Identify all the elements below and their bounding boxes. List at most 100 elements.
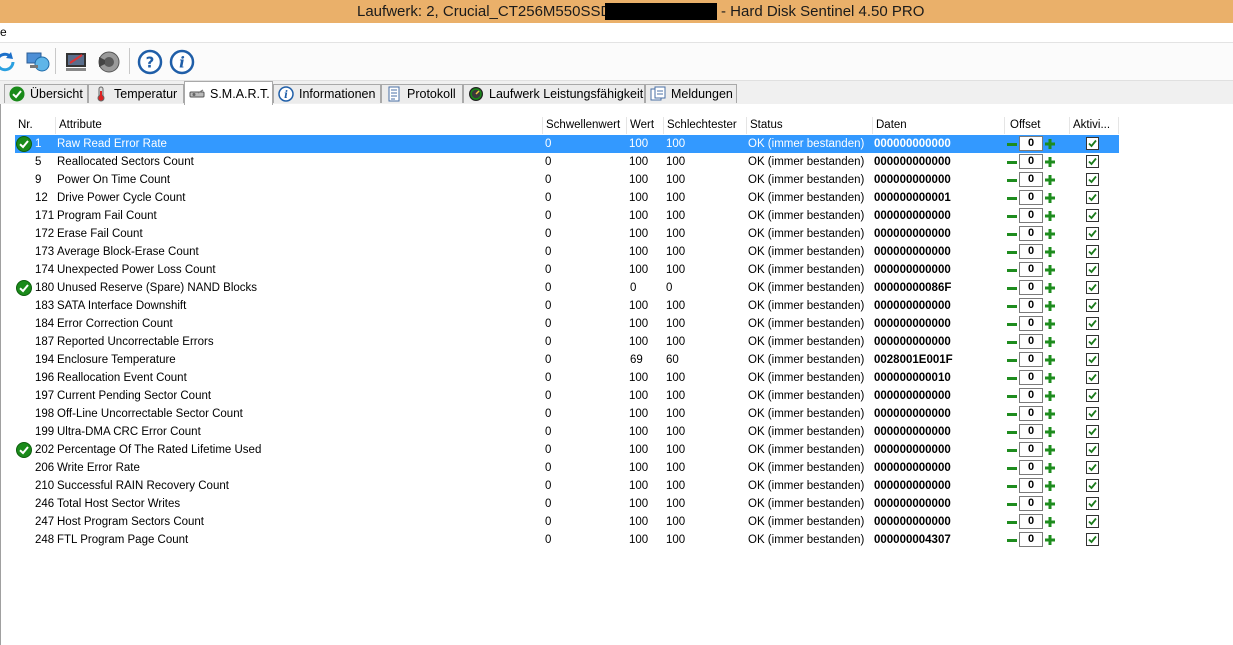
table-row[interactable]: 196 Reallocation Event Count 0 100 100 OK (im… [15,369,1119,387]
refresh-icon[interactable] [0,48,19,76]
offset-value[interactable]: 0 [1019,424,1043,439]
offset-decrease-button[interactable] [1005,460,1019,475]
offset-value[interactable]: 0 [1019,244,1043,259]
column-header-attribute[interactable]: Attribute [56,117,543,134]
tab-smart[interactable]: S.M.A.R.T. [184,81,273,105]
offset-increase-button[interactable] [1043,172,1057,187]
tab-uebersicht[interactable]: Übersicht [4,84,88,103]
active-checkbox[interactable] [1086,371,1099,384]
active-checkbox[interactable] [1086,443,1099,456]
active-checkbox[interactable] [1086,191,1099,204]
table-row[interactable]: 172 Erase Fail Count 0 100 100 OK (immer best… [15,225,1119,243]
offset-value[interactable]: 0 [1019,298,1043,313]
table-row[interactable]: 206 Write Error Rate 0 100 100 OK (immer best… [15,459,1119,477]
offset-decrease-button[interactable] [1005,136,1019,151]
info-icon[interactable]: i [168,48,196,76]
offset-value[interactable]: 0 [1019,460,1043,475]
active-checkbox[interactable] [1086,461,1099,474]
tab-protokoll[interactable]: Protokoll [381,84,463,103]
active-checkbox[interactable] [1086,209,1099,222]
offset-increase-button[interactable] [1043,370,1057,385]
table-row[interactable]: 210 Successful RAIN Recovery Count 0 100 100… [15,477,1119,495]
offset-value[interactable]: 0 [1019,334,1043,349]
active-checkbox[interactable] [1086,263,1099,276]
offset-increase-button[interactable] [1043,226,1057,241]
table-row[interactable]: 171 Program Fail Count 0 100 100 OK (immer be… [15,207,1119,225]
table-row[interactable]: 246 Total Host Sector Writes 0 100 100 OK (im… [15,495,1119,513]
table-row[interactable]: 5 Reallocated Sectors Count 0 100 100 OK (imm… [15,153,1119,171]
table-row[interactable]: 194 Enclosure Temperature 0 69 60 OK (immer b… [15,351,1119,369]
menu-item-file[interactable]: e [0,25,7,39]
report-icon[interactable] [63,48,91,76]
active-checkbox[interactable] [1086,335,1099,348]
offset-decrease-button[interactable] [1005,388,1019,403]
active-checkbox[interactable] [1086,299,1099,312]
offset-value[interactable]: 0 [1019,532,1043,547]
offset-value[interactable]: 0 [1019,406,1043,421]
column-header-status[interactable]: Status [747,117,873,134]
offset-value[interactable]: 0 [1019,478,1043,493]
offset-decrease-button[interactable] [1005,244,1019,259]
offset-increase-button[interactable] [1043,406,1057,421]
tab-informationen[interactable]: i Informationen [273,84,381,103]
active-checkbox[interactable] [1086,245,1099,258]
offset-value[interactable]: 0 [1019,190,1043,205]
offset-increase-button[interactable] [1043,496,1057,511]
active-checkbox[interactable] [1086,515,1099,528]
table-row[interactable]: 184 Error Correction Count 0 100 100 OK (imme… [15,315,1119,333]
offset-increase-button[interactable] [1043,154,1057,169]
offset-decrease-button[interactable] [1005,442,1019,457]
offset-increase-button[interactable] [1043,352,1057,367]
offset-increase-button[interactable] [1043,532,1057,547]
active-checkbox[interactable] [1086,479,1099,492]
offset-decrease-button[interactable] [1005,154,1019,169]
offset-increase-button[interactable] [1043,442,1057,457]
offset-increase-button[interactable] [1043,280,1057,295]
active-checkbox[interactable] [1086,281,1099,294]
table-row[interactable]: 174 Unexpected Power Loss Count 0 100 100 OK … [15,261,1119,279]
column-header-nr[interactable]: Nr. [15,117,56,134]
offset-decrease-button[interactable] [1005,298,1019,313]
offset-value[interactable]: 0 [1019,316,1043,331]
offset-increase-button[interactable] [1043,136,1057,151]
offset-decrease-button[interactable] [1005,496,1019,511]
active-checkbox[interactable] [1086,227,1099,240]
offset-decrease-button[interactable] [1005,334,1019,349]
column-header-offset[interactable]: Offset [1005,117,1070,134]
offset-value[interactable]: 0 [1019,352,1043,367]
offset-value[interactable]: 0 [1019,208,1043,223]
column-header-worst[interactable]: Schlechtester [664,117,747,134]
table-row[interactable]: 180 Unused Reserve (Spare) NAND Blocks 0 0 0… [15,279,1119,297]
offset-increase-button[interactable] [1043,334,1057,349]
offset-decrease-button[interactable] [1005,424,1019,439]
table-row[interactable]: 247 Host Program Sectors Count 0 100 100 OK (… [15,513,1119,531]
offset-increase-button[interactable] [1043,388,1057,403]
offset-value[interactable]: 0 [1019,280,1043,295]
offset-decrease-button[interactable] [1005,226,1019,241]
active-checkbox[interactable] [1086,317,1099,330]
column-header-value[interactable]: Wert [627,117,664,134]
active-checkbox[interactable] [1086,173,1099,186]
sound-icon[interactable] [95,48,123,76]
table-row[interactable]: 187 Reported Uncorrectable Errors 0 100 100 O… [15,333,1119,351]
offset-value[interactable]: 0 [1019,136,1043,151]
offset-decrease-button[interactable] [1005,190,1019,205]
offset-increase-button[interactable] [1043,316,1057,331]
column-header-threshold[interactable]: Schwellenwert [543,117,627,134]
offset-decrease-button[interactable] [1005,406,1019,421]
column-header-data[interactable]: Daten [873,117,1005,134]
offset-decrease-button[interactable] [1005,370,1019,385]
network-icon[interactable] [24,48,52,76]
offset-value[interactable]: 0 [1019,172,1043,187]
table-row[interactable]: 183 SATA Interface Downshift 0 100 100 OK (im… [15,297,1119,315]
offset-increase-button[interactable] [1043,460,1057,475]
offset-value[interactable]: 0 [1019,154,1043,169]
offset-decrease-button[interactable] [1005,478,1019,493]
active-checkbox[interactable] [1086,533,1099,546]
table-row[interactable]: 198 Off-Line Uncorrectable Sector Count 0 1… [15,405,1119,423]
offset-decrease-button[interactable] [1005,208,1019,223]
column-header-active[interactable]: Aktivi... [1070,117,1119,134]
offset-value[interactable]: 0 [1019,370,1043,385]
offset-decrease-button[interactable] [1005,514,1019,529]
tab-temperatur[interactable]: Temperatur [88,84,184,103]
